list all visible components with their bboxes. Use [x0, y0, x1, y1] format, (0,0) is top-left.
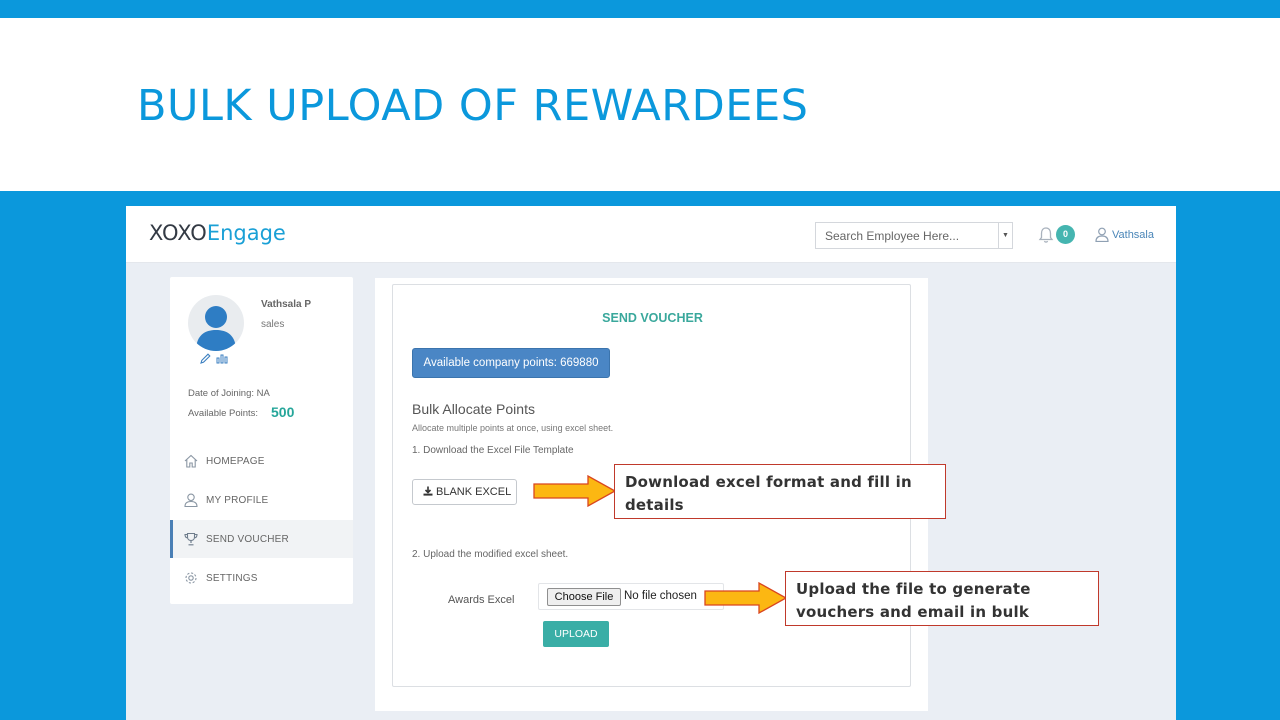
sidebar-item-homepage[interactable]: HOMEPAGE — [170, 442, 353, 480]
bulk-allocate-title: Bulk Allocate Points — [412, 401, 535, 417]
step-2-text: 2. Upload the modified excel sheet. — [412, 549, 569, 560]
user-icon — [184, 493, 198, 507]
profile-card: Vathsala P sales Date of Joining: NA Ava… — [170, 277, 353, 604]
home-icon — [184, 454, 198, 468]
stats-bar-icon[interactable] — [216, 353, 228, 364]
available-points-label: Available Points: — [188, 408, 259, 419]
app-logo[interactable]: XOXOEngage — [149, 221, 286, 245]
notification-count-badge[interactable]: 0 — [1056, 225, 1075, 244]
blank-excel-label: BLANK EXCEL — [436, 486, 512, 498]
edit-pencil-icon[interactable] — [200, 353, 211, 364]
sidebar-item-label: SEND VOUCHER — [206, 534, 289, 545]
upload-button[interactable]: UPLOAD — [543, 621, 609, 647]
slide-title: BULK UPLOAD OF REWARDEES — [137, 81, 809, 131]
awards-excel-label: Awards Excel — [448, 594, 515, 606]
user-profile-icon[interactable] — [1095, 227, 1109, 242]
logo-part2: Engage — [206, 221, 286, 245]
available-company-points-button[interactable]: Available company points: 669880 — [412, 348, 610, 378]
sidebar-item-send-voucher[interactable]: SEND VOUCHER — [170, 520, 353, 558]
logo-part1: XOXO — [149, 221, 207, 245]
step-1-text: 1. Download the Excel File Template — [412, 445, 574, 456]
employee-search: ▼ — [815, 222, 1013, 249]
profile-date-of-joining: Date of Joining: NA — [188, 388, 270, 399]
blank-excel-button[interactable]: BLANK EXCEL — [412, 479, 517, 505]
avatar — [188, 295, 244, 351]
send-voucher-title: SEND VOUCHER — [602, 311, 703, 325]
available-points-value: 500 — [271, 404, 295, 420]
app-header: XOXOEngage ▼ 0 Vathsala — [126, 206, 1176, 263]
employee-search-input[interactable] — [816, 223, 998, 248]
sidebar-item-settings[interactable]: SETTINGS — [170, 559, 353, 597]
download-callout: Download excel format and fill in detail… — [614, 464, 946, 519]
avatar-person-icon — [196, 306, 236, 351]
download-icon — [423, 486, 433, 496]
slide-top-stripe — [0, 0, 1280, 18]
app-window: XOXOEngage ▼ 0 Vathsala — [126, 206, 1176, 720]
bulk-allocate-subtitle: Allocate multiple points at once, using … — [412, 423, 614, 433]
search-dropdown-caret-icon[interactable]: ▼ — [998, 223, 1012, 248]
profile-department: sales — [261, 319, 285, 330]
choose-file-button[interactable]: Choose File — [547, 588, 621, 606]
header-user-name[interactable]: Vathsala — [1112, 229, 1154, 241]
no-file-chosen-text: No file chosen — [624, 590, 697, 602]
sidebar-item-label: HOMEPAGE — [206, 456, 265, 467]
upload-callout: Upload the file to generate vouchers and… — [785, 571, 1099, 626]
sidebar-item-label: MY PROFILE — [206, 495, 269, 506]
arrow-right-icon — [533, 475, 617, 507]
sidebar-item-my-profile[interactable]: MY PROFILE — [170, 481, 353, 519]
trophy-icon — [184, 532, 198, 546]
arrow-right-icon — [704, 582, 788, 614]
awards-excel-file-input[interactable]: Choose File No file chosen — [538, 583, 724, 610]
profile-name: Vathsala P — [261, 299, 312, 310]
bell-icon[interactable] — [1038, 226, 1054, 244]
gear-icon — [185, 572, 197, 584]
sidebar-item-label: SETTINGS — [206, 573, 258, 584]
